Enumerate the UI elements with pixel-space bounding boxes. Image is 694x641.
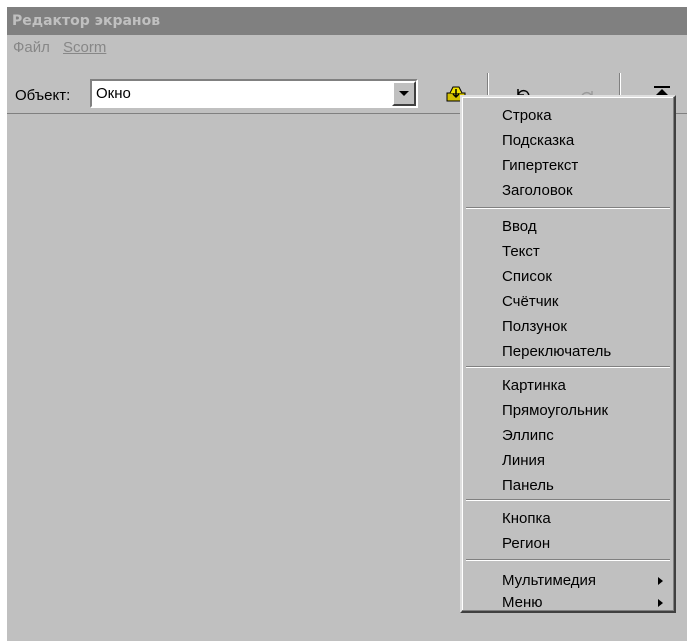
object-label: Объект:: [15, 87, 71, 104]
menu-item-heading[interactable]: Заголовок: [502, 179, 573, 203]
menu-file[interactable]: Файл: [13, 35, 50, 61]
menu-separator: [466, 499, 670, 501]
menu-item-picture[interactable]: Картинка: [502, 374, 566, 398]
menu-item-text[interactable]: Текст: [502, 240, 540, 264]
object-select-value: Окно: [96, 85, 131, 102]
menu-item-line[interactable]: Линия: [502, 449, 545, 473]
chevron-down-icon: [399, 91, 409, 96]
editor-window: Редактор экранов Файл Scorm Объект: Окно: [7, 7, 687, 641]
menu-item-menu[interactable]: Меню: [502, 591, 543, 615]
menu-item-hypertext[interactable]: Гипертекст: [502, 154, 578, 178]
menubar: Файл Scorm: [7, 35, 687, 61]
menu-item-slider[interactable]: Ползунок: [502, 315, 567, 339]
insert-context-menu: Строка Подсказка Гипертекст Заголовок Вв…: [460, 95, 676, 613]
menu-item-button[interactable]: Кнопка: [502, 507, 551, 531]
chevron-right-icon: [658, 577, 663, 585]
menu-item-switch[interactable]: Переключатель: [502, 340, 611, 364]
object-select[interactable]: Окно: [90, 79, 418, 108]
window-title: Редактор экранов: [7, 7, 687, 35]
menu-separator: [466, 366, 670, 368]
menu-item-list[interactable]: Список: [502, 265, 552, 289]
menu-item-region[interactable]: Регион: [502, 532, 550, 556]
dropdown-button[interactable]: [392, 81, 416, 106]
menu-item-counter[interactable]: Счётчик: [502, 290, 558, 314]
menu-item-panel[interactable]: Панель: [502, 474, 554, 498]
menu-scorm[interactable]: Scorm: [63, 35, 106, 61]
menu-item-rectangle[interactable]: Прямоугольник: [502, 399, 608, 423]
menu-item-ellipse[interactable]: Эллипс: [502, 424, 554, 448]
menu-item-input[interactable]: Ввод: [502, 215, 537, 239]
menu-separator: [466, 559, 670, 561]
menu-item-tooltip[interactable]: Подсказка: [502, 129, 574, 153]
menu-separator: [466, 207, 670, 209]
menu-item-multimedia[interactable]: Мультимедия: [502, 569, 596, 593]
menu-item-string[interactable]: Строка: [502, 104, 552, 128]
chevron-right-icon: [658, 599, 663, 607]
